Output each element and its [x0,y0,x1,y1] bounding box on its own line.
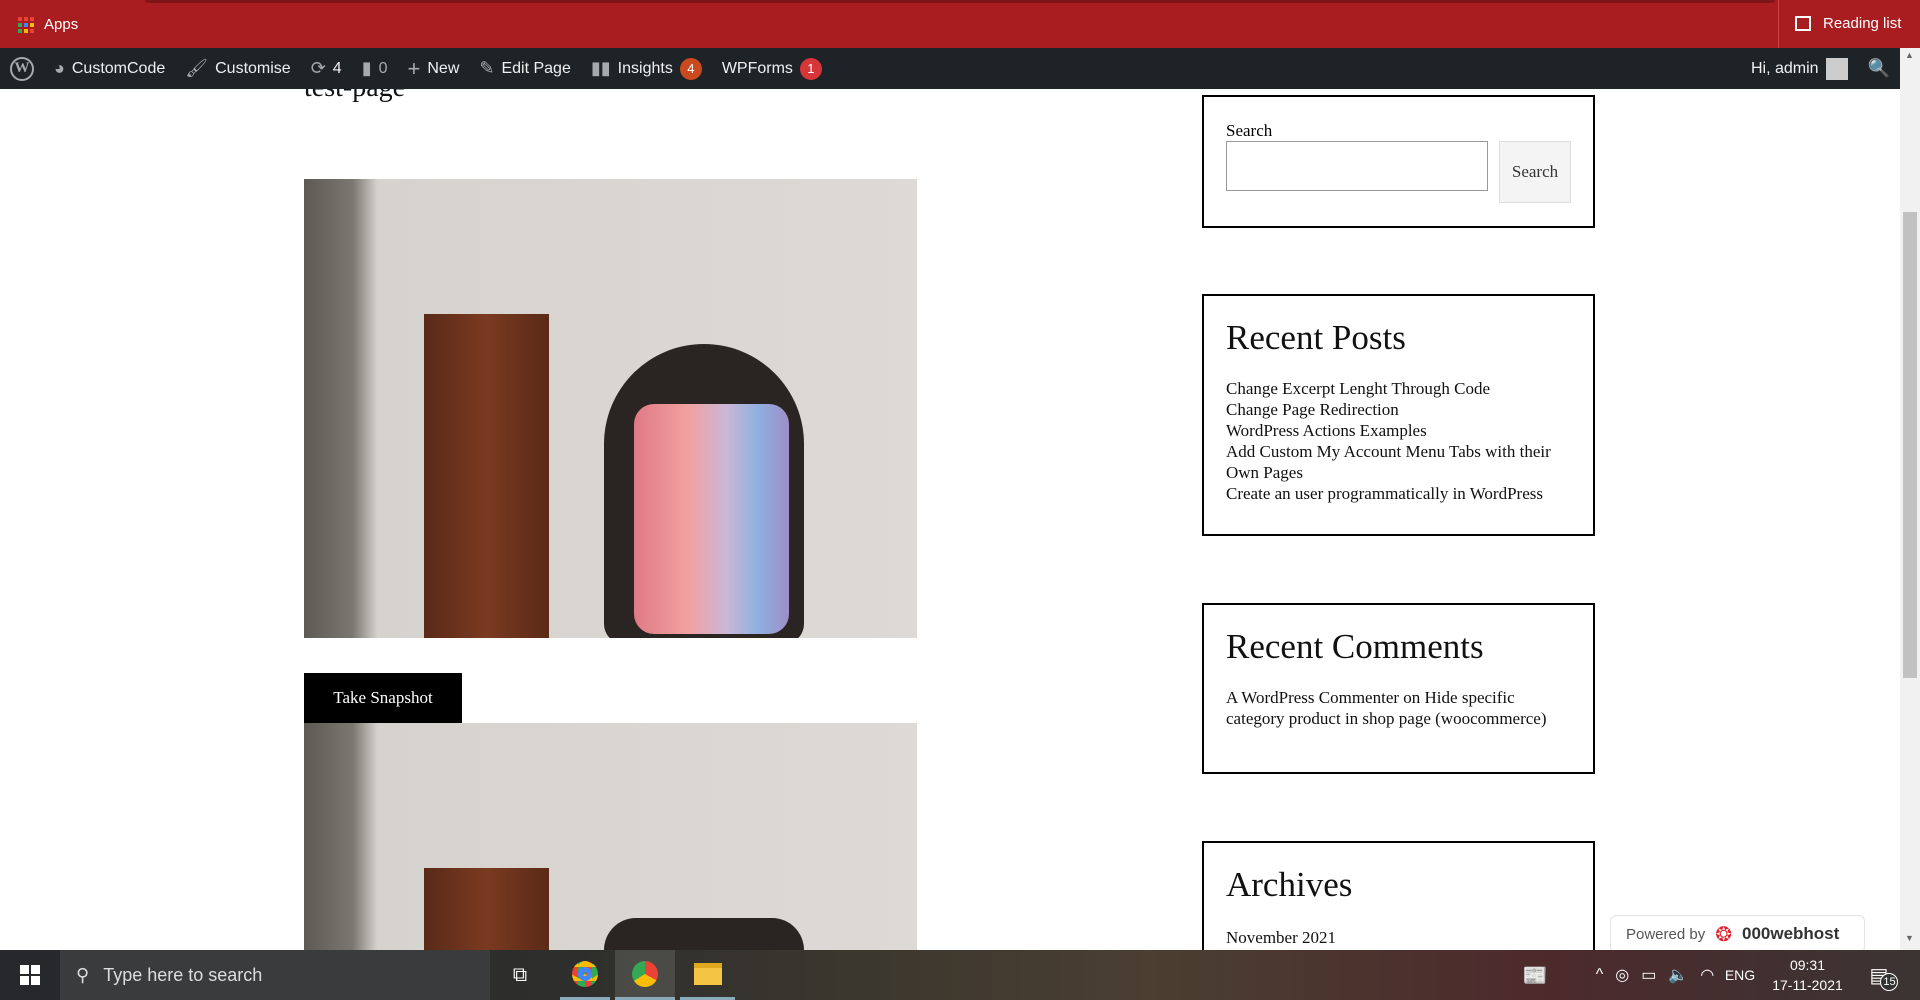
dashboard-icon: ◕ [54,58,65,78]
comments-link[interactable]: ▮ 0 [352,48,398,89]
windows-icon [20,965,40,985]
brush-icon: 🖌 [185,58,209,78]
edit-page-link[interactable]: ✎ Edit Page [469,48,580,89]
000webhost-logo-icon: ❂ [1715,923,1732,946]
start-button[interactable] [0,950,60,1000]
recent-post-link[interactable]: Change Excerpt Lenght Through Code [1226,378,1571,399]
file-explorer-taskbar-app[interactable] [680,950,735,1000]
clock[interactable]: 09:31 17-11-2021 [1765,950,1850,1000]
wpforms-menu[interactable]: WPForms 1 [712,48,832,89]
brand-name: 000webhost [1741,924,1840,943]
webcam-preview [304,179,917,638]
recent-post-link[interactable]: Add Custom My Account Menu Tabs with the… [1226,441,1571,483]
search-input[interactable] [1226,141,1488,191]
edit-page-label: Edit Page [501,59,571,77]
scroll-thumb[interactable] [1903,212,1917,678]
chrome-icon [572,960,598,987]
recent-comments-title: Recent Comments [1226,627,1484,666]
site-name: CustomCode [71,59,166,77]
volume-icon: 🔈 [1668,967,1689,984]
insights-badge: 4 [679,57,702,80]
search-icon: 🔍 [1867,58,1890,78]
recent-post-link[interactable]: Create an user programmatically in WordP… [1226,483,1571,504]
language-indicator[interactable]: ENG [1720,950,1760,1000]
updates-count: 4 [332,59,342,77]
archive-link[interactable]: November 2021 [1226,927,1571,948]
insights-label: Insights [617,59,673,77]
scroll-up-icon[interactable]: ▲ [1905,50,1914,60]
snapshot-image [304,723,917,950]
search-button[interactable]: Search [1499,141,1571,203]
recent-post-link[interactable]: WordPress Actions Examples [1226,420,1571,441]
comment-icon: ▮ [361,58,372,78]
taskbar-search[interactable]: ⚲ Type here to search [60,950,490,1000]
recent-posts-title: Recent Posts [1226,318,1406,357]
reading-list-label: Reading list [1823,15,1902,32]
folder-icon [693,962,722,985]
customise-label: Customise [215,59,291,77]
tab-strip-edge [145,0,1775,3]
chrome-icon [632,960,658,987]
news-widget-button[interactable]: 📰 [1515,950,1555,1000]
search-label: Search [1226,121,1273,140]
recent-comments-widget: Recent Comments A WordPress Commenter on… [1202,603,1595,774]
comment-author-link[interactable]: A WordPress Commenter [1226,688,1399,707]
customise-link[interactable]: 🖌 Customise [175,48,300,89]
wpforms-badge: 1 [799,57,822,80]
archives-title: Archives [1226,865,1353,904]
search-placeholder: Type here to search [103,964,263,985]
comments-count: 0 [378,59,388,77]
plus-icon: + [407,55,421,81]
chrome-profile-taskbar-app[interactable] [615,950,675,1000]
search-widget: Search Search [1202,95,1595,228]
task-view-icon: ⧉ [512,963,528,986]
reading-list-icon [1795,16,1811,31]
apps-grid-icon [18,16,34,33]
check-icon: ◎ [1615,967,1630,984]
updates-icon: ⟳ [310,58,326,78]
news-icon: 📰 [1522,964,1548,987]
powered-by-badge[interactable]: Powered by ❂ 000webhost [1610,915,1865,953]
admin-search-button[interactable]: 🔍 [1858,48,1900,89]
chrome-taskbar-app[interactable] [560,950,610,1000]
task-view-button[interactable]: ⧉ [500,950,540,1000]
wp-logo-menu[interactable]: W [0,48,44,89]
bar-chart-icon: ▮▮ [590,58,611,78]
time: 09:31 [1789,957,1826,973]
updates-link[interactable]: ⟳ 4 [301,48,352,89]
wpforms-label: WPForms [721,59,793,77]
bookmarks-bar: Apps Reading list [0,0,1920,48]
recent-post-link[interactable]: Change Page Redirection [1226,399,1571,420]
chevron-up-icon: ^ [1595,966,1604,983]
apps-bookmark[interactable]: Apps [18,16,78,33]
greeting: Hi, admin [1751,59,1819,77]
search-icon: ⚲ [76,964,90,985]
reading-list-button[interactable]: Reading list [1795,15,1901,32]
bookmark-divider [1778,0,1779,48]
scroll-down-icon[interactable]: ▼ [1905,933,1914,943]
new-content-menu[interactable]: + New [398,48,470,89]
wifi-icon: ◠ [1700,967,1715,984]
insights-menu[interactable]: ▮▮ Insights 4 [581,48,712,89]
windows-taskbar: ⚲ Type here to search ⧉ 📰 ^ ◎ ▭ 🔈 ◠ ENG 09:31… [0,950,1920,1000]
comment-on-text: on [1399,688,1425,707]
system-tray[interactable]: ^ ◎ ▭ 🔈 ◠ [1565,950,1745,1000]
battery-icon: ▭ [1641,967,1657,984]
avatar [1825,57,1848,80]
page-scrollbar[interactable]: ▲ ▼ [1900,48,1920,950]
wordpress-icon: W [10,56,34,81]
pencil-icon: ✎ [479,58,495,78]
date: 17-11-2021 [1772,977,1843,993]
notification-count: 15 [1880,973,1899,991]
take-snapshot-button[interactable]: Take Snapshot [304,673,462,723]
wp-admin-bar: W ◕ CustomCode 🖌 Customise ⟳ 4 ▮ 0 + New ✎ Edi… [0,48,1900,89]
recent-posts-widget: Recent Posts Change Excerpt Lenght Throu… [1202,294,1595,536]
apps-label: Apps [44,16,79,33]
my-account-menu[interactable]: Hi, admin [1741,48,1858,89]
powered-label: Powered by [1626,925,1706,943]
notifications-button[interactable]: ▤ 15 [1862,950,1906,1000]
site-name-menu[interactable]: ◕ CustomCode [44,48,175,89]
new-label: New [427,59,460,77]
